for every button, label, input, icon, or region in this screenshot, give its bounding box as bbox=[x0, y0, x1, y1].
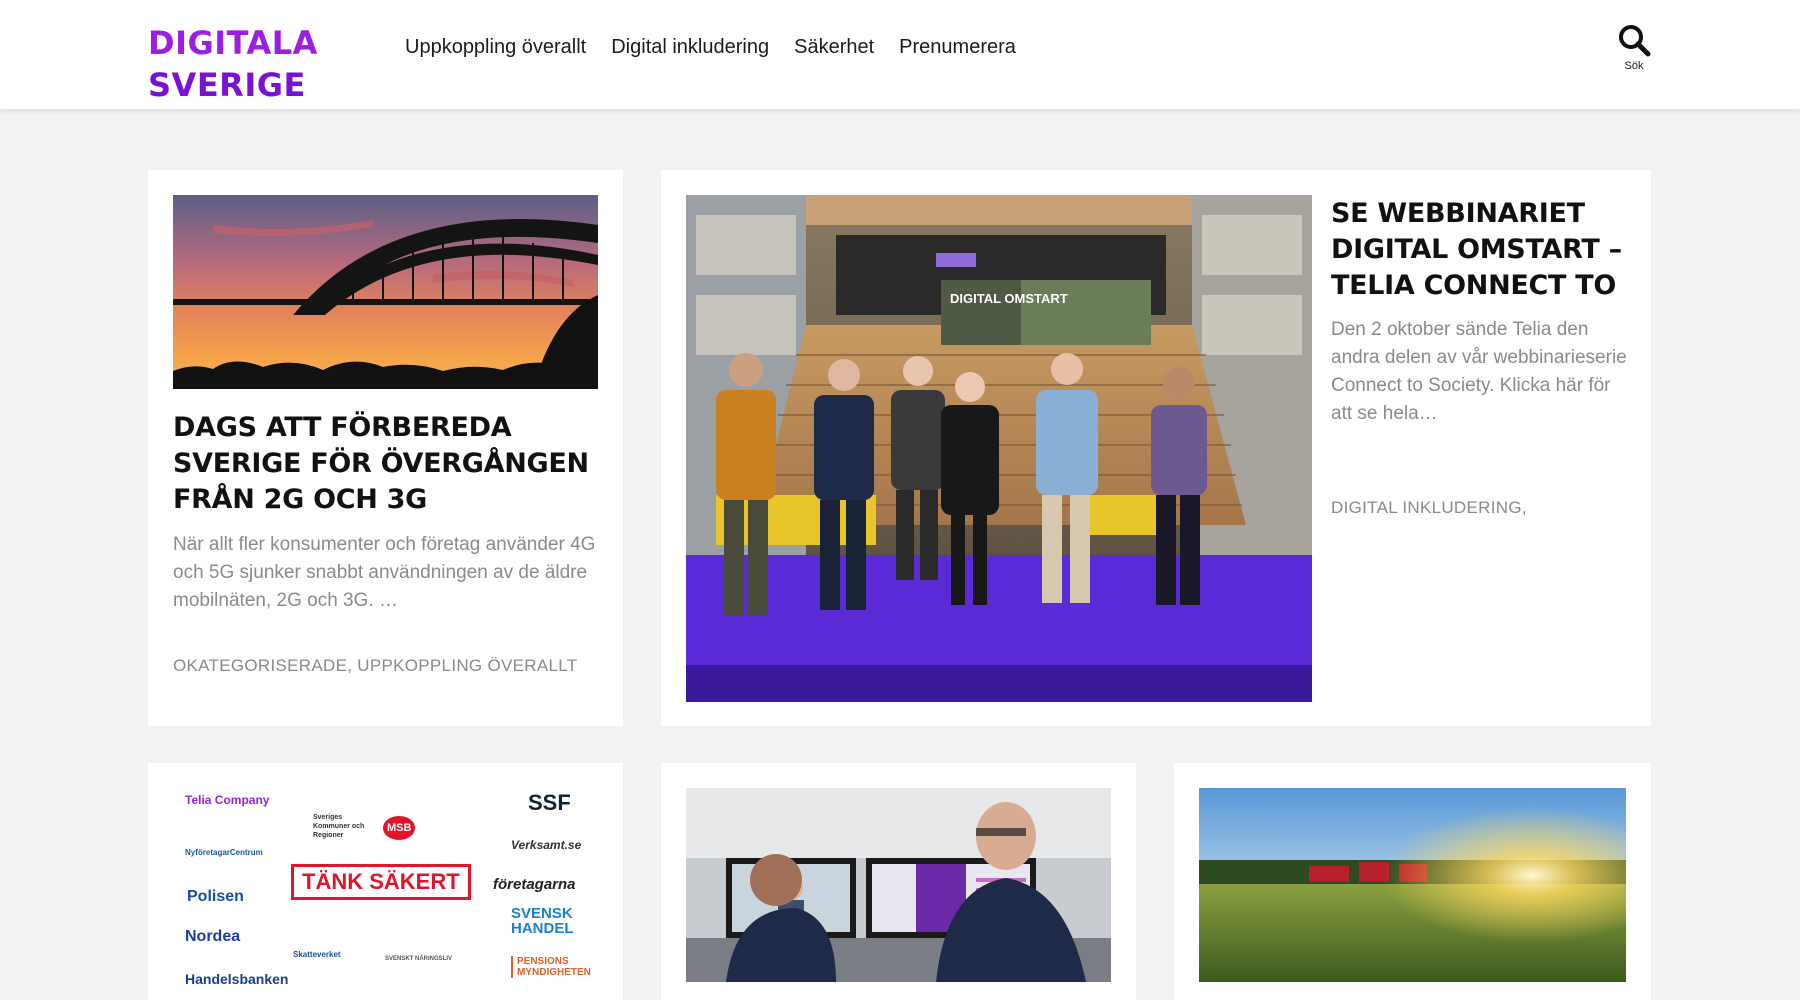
search-label: Sök bbox=[1624, 60, 1644, 72]
farm-field-sunset-photo[interactable] bbox=[1199, 788, 1626, 982]
logo-polisen: Polisen bbox=[187, 888, 244, 905]
article-card-office bbox=[661, 763, 1136, 1000]
logo-svensk-handel: SVENSK HANDEL bbox=[511, 905, 574, 937]
nav-sakerhet[interactable]: Säkerhet bbox=[794, 36, 874, 59]
article-categories: OKATEGORISERADE, UPPKOPPLING ÖVERALLT bbox=[173, 656, 578, 675]
logo-line-1: DIGITALA bbox=[148, 24, 318, 62]
article-excerpt: Den 2 oktober sände Telia den andra dele… bbox=[1331, 319, 1627, 424]
site-header: DIGITALA SVERIGE Uppkoppling överallt Di… bbox=[0, 0, 1800, 109]
partner-logos-image[interactable]: Telia Company Sveriges Kommuner och Regi… bbox=[173, 788, 598, 998]
nav-prenumerera[interactable]: Prenumerera bbox=[899, 36, 1016, 59]
main-nav: Uppkoppling överallt Digital inkludering… bbox=[405, 36, 1016, 59]
search-icon bbox=[1619, 25, 1651, 57]
category-link-uppkoppling[interactable]: UPPKOPPLING ÖVERALLT bbox=[357, 656, 577, 675]
article-card-webbinar: DIGITAL OMSTART SE WEBBINARIET DIGITAL O… bbox=[661, 170, 1651, 726]
logo-svenskt-naringsliv: SVENSKT NÄRINGSLIV bbox=[385, 956, 453, 962]
stage-sign-text: DIGITAL OMSTART bbox=[950, 291, 1068, 306]
logo-line-2: SVERIGE bbox=[148, 66, 306, 104]
article-title[interactable]: DAGS ATT FÖRBEREDA SVERIGE FÖR ÖVERGÅNGE… bbox=[173, 410, 603, 518]
category-link-okategoriserade[interactable]: OKATEGORISERADE bbox=[173, 656, 347, 675]
logo-pensionsmyndigheten: PENSIONS MYNDIGHETEN bbox=[511, 956, 591, 978]
logo-foretagarna: företagarna bbox=[493, 876, 576, 893]
logo-verksamt: Verksamt.se bbox=[511, 838, 582, 852]
site-logo[interactable]: DIGITALA SVERIGE bbox=[148, 16, 318, 106]
article-title[interactable]: SE WEBBINARIET DIGITAL OMSTART – TELIA C… bbox=[1331, 196, 1631, 304]
logo-msb: MSB bbox=[383, 816, 416, 840]
article-excerpt: När allt fler konsumenter och företag an… bbox=[173, 534, 596, 611]
nav-uppkoppling[interactable]: Uppkoppling överallt bbox=[405, 36, 586, 59]
category-link-digital-inkludering[interactable]: DIGITAL INKLUDERING bbox=[1331, 498, 1522, 517]
logo-telia: Telia Company bbox=[185, 793, 270, 807]
nav-digital-inkludering[interactable]: Digital inkludering bbox=[611, 36, 769, 59]
article-card-2g-3g: DAGS ATT FÖRBEREDA SVERIGE FÖR ÖVERGÅNGE… bbox=[148, 170, 623, 726]
logo-skatteverket: Skatteverket bbox=[293, 950, 341, 959]
logo-nyforetagarcentrum: NyföretagarCentrum bbox=[185, 848, 263, 857]
logo-nordea: Nordea bbox=[185, 928, 241, 945]
logo-tank-sakert: TÄNK SÄKERT bbox=[291, 864, 471, 900]
logo-handelsbanken: Handelsbanken bbox=[185, 971, 289, 987]
article-card-farm bbox=[1174, 763, 1651, 1000]
webinar-group-photo[interactable]: DIGITAL OMSTART bbox=[686, 195, 1312, 702]
logo-ssf: SSF bbox=[528, 790, 571, 815]
bridge-sunset-photo[interactable] bbox=[173, 195, 598, 389]
article-card-logos: Telia Company Sveriges Kommuner och Regi… bbox=[148, 763, 623, 1000]
search-button[interactable]: Sök bbox=[1612, 22, 1656, 72]
logo-skr: Sveriges Kommuner och Regioner bbox=[313, 814, 365, 839]
office-monitors-photo[interactable] bbox=[686, 788, 1111, 982]
article-categories: DIGITAL INKLUDERING, bbox=[1331, 498, 1527, 517]
